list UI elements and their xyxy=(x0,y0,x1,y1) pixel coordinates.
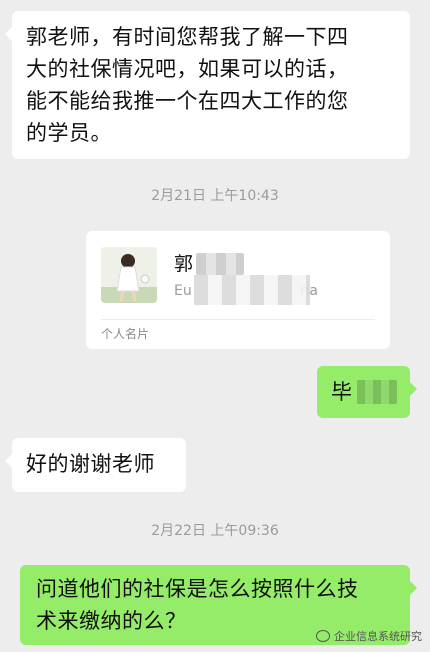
redaction-block xyxy=(194,275,310,305)
message-bubble-incoming[interactable]: 好的谢谢老师 xyxy=(5,438,186,492)
timestamp: 2月21日 上午10:43 xyxy=(151,188,279,204)
message-bubble-incoming[interactable]: 郭老师，有时间您帮我了解一下四 大的社保情况吧，如果可以的话， 能不能给我推一个… xyxy=(5,11,410,159)
wechat-icon xyxy=(316,630,330,642)
message-text: 郭老师，有时间您帮我了解一下四 大的社保情况吧，如果可以的话， 能不能给我推一个… xyxy=(26,25,349,145)
message-bubble-outgoing[interactable]: 毕 xyxy=(317,366,417,418)
message-text: 好的谢谢老师 xyxy=(26,452,155,476)
watermark: 企业信息系统研究 xyxy=(316,628,422,644)
timestamp: 2月22日 上午09:36 xyxy=(151,523,279,539)
contact-card[interactable]: 郭 Euria 个人名片 xyxy=(86,231,390,349)
redaction-block xyxy=(357,380,397,404)
redaction-block xyxy=(196,253,244,275)
contact-avatar xyxy=(101,247,157,303)
card-type-label: 个人名片 xyxy=(101,327,150,341)
card-divider xyxy=(101,319,375,320)
contact-name: 郭 xyxy=(174,253,194,275)
watermark-text: 企业信息系统研究 xyxy=(334,630,422,643)
